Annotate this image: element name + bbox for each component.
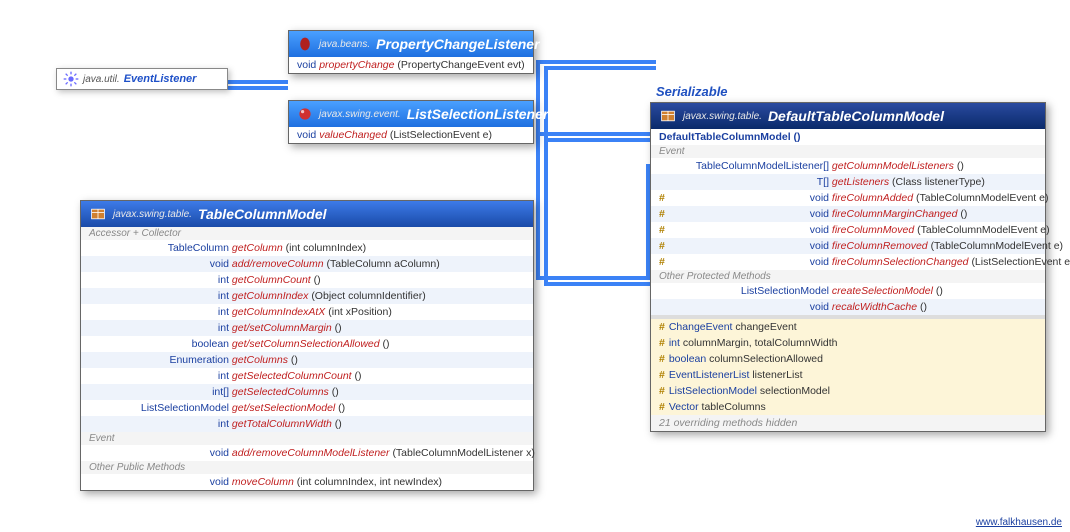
method-row: #void fireColumnSelectionChanged (ListSe…: [651, 254, 1045, 270]
class-name: EventListener: [124, 73, 197, 85]
method-row: int getTotalColumnWidth (): [81, 416, 533, 432]
field-row: #int columnMargin, totalColumnWidth: [651, 335, 1045, 351]
field-row: #ListSelectionModel selectionModel: [651, 383, 1045, 399]
bean-icon: [297, 35, 313, 53]
method-row: #void fireColumnRemoved (TableColumnMode…: [651, 238, 1045, 254]
interface-listselectionlistener: javax.swing.event. ListSelectionListener…: [288, 100, 534, 144]
connector: [536, 60, 540, 280]
pkg-label: java.util.: [83, 74, 120, 85]
method-row: int getColumnCount (): [81, 272, 533, 288]
pkg-label: javax.swing.table.: [113, 209, 192, 220]
field-row: #EventListenerList listenerList: [651, 367, 1045, 383]
method-row: #void fireColumnMarginChanged (): [651, 206, 1045, 222]
interface-tablecolumnmodel: javax.swing.table. TableColumnModel Acce…: [80, 200, 534, 491]
connector: [536, 60, 656, 64]
method-row: void moveColumn (int columnIndex, int ne…: [81, 474, 533, 490]
connector: [544, 66, 656, 70]
method-row: boolean get/setColumnSelectionAllowed (): [81, 336, 533, 352]
field-row: #ChangeEvent changeEvent: [651, 319, 1045, 335]
gear-icon: [63, 71, 79, 87]
method-row: Enumeration getColumns (): [81, 352, 533, 368]
title-bar: java.beans. PropertyChangeListener: [289, 31, 533, 57]
class-name: TableColumnModel: [198, 206, 327, 222]
section-label: Other Protected Methods: [651, 270, 1045, 283]
interface-eventlistener: java.util. EventListener: [56, 68, 228, 90]
class-name: PropertyChangeListener: [376, 36, 539, 52]
method-row: void add/removeColumnModelListener (Tabl…: [81, 445, 533, 461]
interface-propertychangelistener: java.beans. PropertyChangeListener void …: [288, 30, 534, 74]
method-row: ListSelectionModel get/setSelectionModel…: [81, 400, 533, 416]
table-icon: [659, 107, 677, 125]
connector: [544, 138, 656, 142]
hidden-methods-row: 21 overriding methods hidden: [651, 415, 1045, 431]
method-row: #void fireColumnAdded (TableColumnModelE…: [651, 190, 1045, 206]
connector: [536, 276, 656, 280]
pkg-label: javax.swing.event.: [319, 109, 401, 120]
method-row: int[] getSelectedColumns (): [81, 384, 533, 400]
method-row: void valueChanged (ListSelectionEvent e): [289, 127, 533, 143]
pkg-label: javax.swing.table.: [683, 111, 762, 122]
field-row: #boolean columnSelectionAllowed: [651, 351, 1045, 367]
constructor-row: DefaultTableColumnModel (): [651, 129, 1045, 145]
title-bar: javax.swing.table. DefaultTableColumnMod…: [651, 103, 1045, 129]
connector: [544, 282, 656, 286]
method-row: ListSelectionModel createSelectionModel …: [651, 283, 1045, 299]
class-name: DefaultTableColumnModel: [768, 108, 944, 124]
pkg-label: java.beans.: [319, 39, 370, 50]
method-row: int getColumnIndex (Object columnIdentif…: [81, 288, 533, 304]
method-row: TableColumnModelListener[] getColumnMode…: [651, 158, 1045, 174]
interface-header: java.util. EventListener: [57, 69, 227, 89]
method-row: void propertyChange (PropertyChangeEvent…: [289, 57, 533, 73]
title-bar: javax.swing.table. TableColumnModel: [81, 201, 533, 227]
method-row: void add/removeColumn (TableColumn aColu…: [81, 256, 533, 272]
class-name: ListSelectionListener: [407, 106, 549, 122]
section-label: Event: [651, 145, 1045, 158]
connector: [536, 132, 656, 136]
section-label: Event: [81, 432, 533, 445]
method-row: T[] getListeners (Class listenerType): [651, 174, 1045, 190]
section-label: Accessor + Collector: [81, 227, 533, 240]
connector: [544, 66, 548, 284]
class-defaulttablecolumnmodel: javax.swing.table. DefaultTableColumnMod…: [650, 102, 1046, 432]
table-icon: [89, 205, 107, 223]
method-row: void recalcWidthCache (): [651, 299, 1045, 315]
footer-link[interactable]: www.falkhausen.de: [976, 517, 1062, 528]
field-row: #Vector tableColumns: [651, 399, 1045, 415]
serializable-label: Serializable: [656, 84, 728, 99]
section-label: Other Public Methods: [81, 461, 533, 474]
connector: [228, 80, 288, 84]
ball-icon: [297, 105, 313, 123]
connector: [228, 86, 288, 90]
method-row: int getSelectedColumnCount (): [81, 368, 533, 384]
method-row: int get/setColumnMargin (): [81, 320, 533, 336]
method-row: int getColumnIndexAtX (int xPosition): [81, 304, 533, 320]
method-row: TableColumn getColumn (int columnIndex): [81, 240, 533, 256]
method-row: #void fireColumnMoved (TableColumnModelE…: [651, 222, 1045, 238]
title-bar: javax.swing.event. ListSelectionListener: [289, 101, 533, 127]
